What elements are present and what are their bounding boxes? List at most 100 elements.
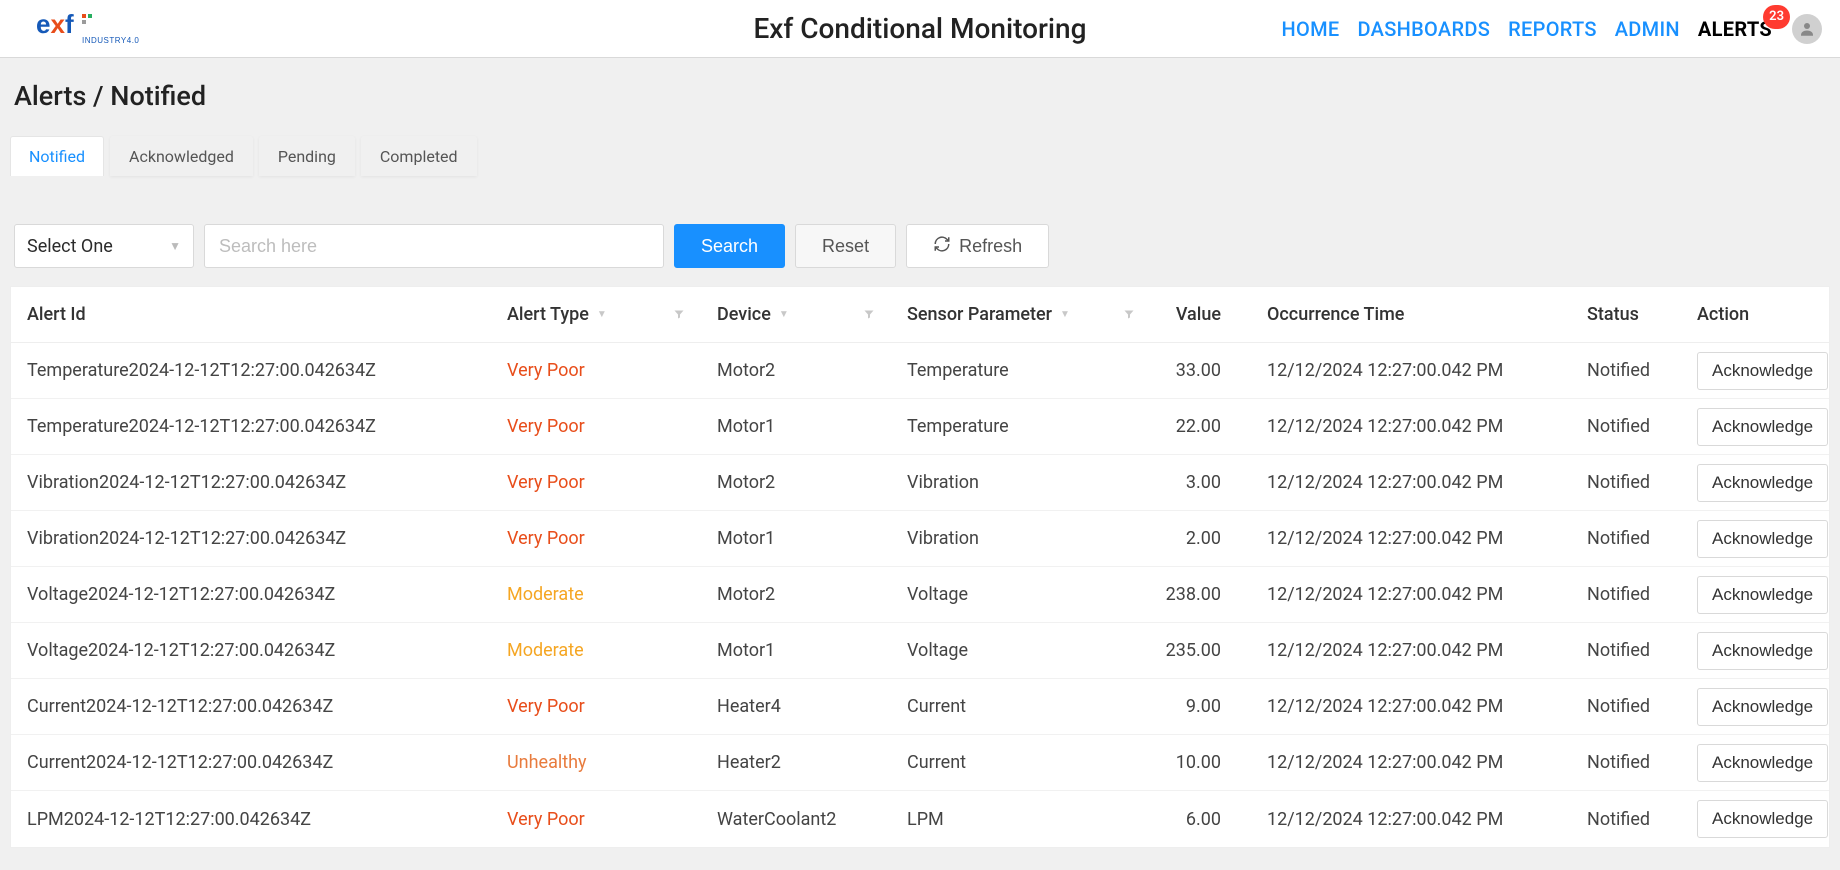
cell-time: 12/12/2024 12:27:00.042 PM — [1251, 696, 1571, 717]
cell-alert-id: Vibration2024-12-12T12:27:00.042634Z — [11, 472, 491, 493]
topbar: exf INDUSTRY4.0 Exf Conditional Monitori… — [0, 0, 1840, 58]
col-time[interactable]: Occurrence Time — [1251, 304, 1571, 325]
alerts-table: Alert Id Alert Type ▼ Device ▼ Sensor Pa… — [10, 286, 1830, 848]
col-alert-id-label: Alert Id — [27, 304, 86, 325]
chevron-down-icon: ▼ — [169, 239, 181, 253]
cell-status: Notified — [1571, 640, 1681, 661]
cell-status: Notified — [1571, 528, 1681, 549]
table-body: Temperature2024-12-12T12:27:00.042634ZVe… — [11, 343, 1829, 847]
cell-action: Acknowledge — [1681, 632, 1840, 670]
cell-alert-id: Voltage2024-12-12T12:27:00.042634Z — [11, 584, 491, 605]
col-status[interactable]: Status — [1571, 304, 1681, 325]
cell-device: Heater4 — [701, 696, 891, 717]
col-action-label: Action — [1697, 304, 1749, 325]
cell-device: Motor1 — [701, 416, 891, 437]
cell-sensor: Voltage — [891, 640, 1151, 661]
avatar[interactable] — [1792, 14, 1822, 44]
alerts-badge: 23 — [1763, 5, 1790, 29]
cell-alert-id: LPM2024-12-12T12:27:00.042634Z — [11, 809, 491, 830]
search-input[interactable] — [204, 224, 664, 268]
page: Alerts / Notified Notified Acknowledged … — [0, 58, 1840, 848]
filter-icon[interactable] — [673, 304, 685, 325]
acknowledge-button[interactable]: Acknowledge — [1697, 576, 1828, 614]
acknowledge-button[interactable]: Acknowledge — [1697, 464, 1828, 502]
cell-alert-type: Very Poor — [491, 809, 701, 830]
col-device[interactable]: Device ▼ — [701, 304, 891, 325]
reset-button[interactable]: Reset — [795, 224, 896, 268]
toolbar: Select One ▼ Search Reset Refresh — [10, 224, 1830, 268]
cell-sensor: Vibration — [891, 528, 1151, 549]
acknowledge-button[interactable]: Acknowledge — [1697, 688, 1828, 726]
cell-alert-type: Moderate — [491, 584, 701, 605]
cell-value: 2.00 — [1151, 528, 1251, 549]
tab-acknowledged[interactable]: Acknowledged — [110, 136, 253, 176]
cell-alert-id: Temperature2024-12-12T12:27:00.042634Z — [11, 360, 491, 381]
col-alert-id[interactable]: Alert Id — [11, 304, 491, 325]
table-row: Current2024-12-12T12:27:00.042634ZVery P… — [11, 679, 1829, 735]
cell-alert-id: Current2024-12-12T12:27:00.042634Z — [11, 696, 491, 717]
cell-value: 22.00 — [1151, 416, 1251, 437]
tab-pending[interactable]: Pending — [259, 136, 355, 176]
col-sensor-label: Sensor Parameter — [907, 304, 1052, 325]
search-button[interactable]: Search — [674, 224, 785, 268]
table-row: Temperature2024-12-12T12:27:00.042634ZVe… — [11, 343, 1829, 399]
cell-alert-id: Temperature2024-12-12T12:27:00.042634Z — [11, 416, 491, 437]
acknowledge-button[interactable]: Acknowledge — [1697, 800, 1828, 838]
refresh-button[interactable]: Refresh — [906, 224, 1049, 268]
col-alert-type[interactable]: Alert Type ▼ — [491, 304, 701, 325]
cell-action: Acknowledge — [1681, 688, 1840, 726]
nav-admin[interactable]: ADMIN — [1611, 13, 1684, 45]
cell-sensor: Current — [891, 696, 1151, 717]
col-value-label: Value — [1176, 304, 1221, 325]
nav-dashboards[interactable]: DASHBOARDS — [1354, 13, 1495, 45]
sort-icon: ▼ — [779, 309, 789, 320]
tab-notified[interactable]: Notified — [10, 136, 104, 176]
tab-completed[interactable]: Completed — [361, 136, 477, 176]
col-sensor[interactable]: Sensor Parameter ▼ — [891, 304, 1151, 325]
filter-select[interactable]: Select One ▼ — [14, 224, 194, 268]
cell-sensor: Voltage — [891, 584, 1151, 605]
cell-device: Motor1 — [701, 528, 891, 549]
breadcrumb: Alerts / Notified — [10, 80, 1830, 112]
cell-device: Motor2 — [701, 472, 891, 493]
col-action: Action — [1681, 304, 1840, 325]
acknowledge-button[interactable]: Acknowledge — [1697, 520, 1828, 558]
acknowledge-button[interactable]: Acknowledge — [1697, 744, 1828, 782]
table-row: Voltage2024-12-12T12:27:00.042634ZModera… — [11, 623, 1829, 679]
cell-alert-id: Voltage2024-12-12T12:27:00.042634Z — [11, 640, 491, 661]
cell-sensor: Vibration — [891, 472, 1151, 493]
cell-time: 12/12/2024 12:27:00.042 PM — [1251, 640, 1571, 661]
filter-select-label: Select One — [27, 236, 113, 257]
cell-action: Acknowledge — [1681, 464, 1840, 502]
nav-home[interactable]: HOME — [1278, 13, 1344, 45]
cell-value: 238.00 — [1151, 584, 1251, 605]
svg-text:INDUSTRY4.0: INDUSTRY4.0 — [82, 36, 139, 45]
cell-value: 6.00 — [1151, 809, 1251, 830]
sort-icon: ▼ — [597, 309, 607, 320]
cell-alert-type: Very Poor — [491, 360, 701, 381]
cell-status: Notified — [1571, 752, 1681, 773]
refresh-icon — [933, 235, 951, 258]
cell-status: Notified — [1571, 584, 1681, 605]
col-value[interactable]: Value — [1151, 304, 1251, 325]
acknowledge-button[interactable]: Acknowledge — [1697, 408, 1828, 446]
cell-action: Acknowledge — [1681, 352, 1840, 390]
col-device-label: Device — [717, 304, 771, 325]
filter-icon[interactable] — [1123, 304, 1135, 325]
app-title: Exf Conditional Monitoring — [753, 12, 1086, 45]
nav-reports[interactable]: REPORTS — [1504, 13, 1601, 45]
filter-icon[interactable] — [863, 304, 875, 325]
col-status-label: Status — [1587, 304, 1639, 325]
cell-status: Notified — [1571, 696, 1681, 717]
logo[interactable]: exf INDUSTRY4.0 — [18, 11, 168, 47]
cell-value: 10.00 — [1151, 752, 1251, 773]
acknowledge-button[interactable]: Acknowledge — [1697, 352, 1828, 390]
nav-alerts-wrap: ALERTS 23 — [1694, 17, 1776, 41]
table-header: Alert Id Alert Type ▼ Device ▼ Sensor Pa… — [11, 287, 1829, 343]
cell-action: Acknowledge — [1681, 744, 1840, 782]
cell-device: Heater2 — [701, 752, 891, 773]
cell-time: 12/12/2024 12:27:00.042 PM — [1251, 472, 1571, 493]
acknowledge-button[interactable]: Acknowledge — [1697, 632, 1828, 670]
cell-status: Notified — [1571, 416, 1681, 437]
tabs: Notified Acknowledged Pending Completed — [10, 136, 1830, 176]
